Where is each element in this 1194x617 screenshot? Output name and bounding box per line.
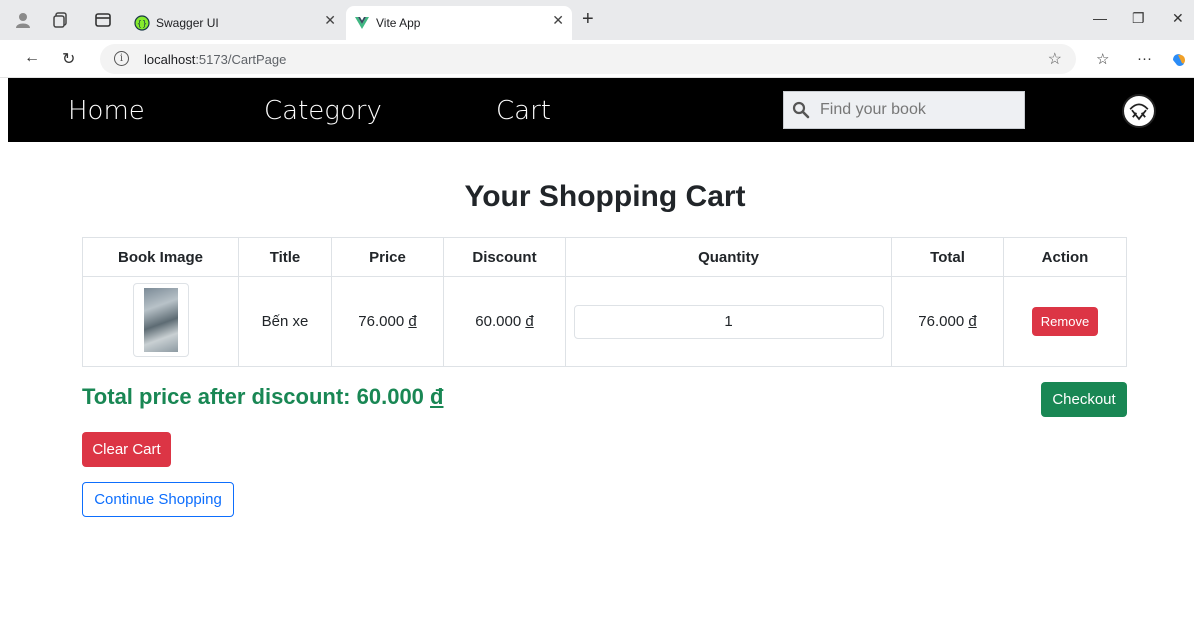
column-header: Discount xyxy=(443,237,566,277)
copilot-icon[interactable] xyxy=(1170,51,1188,69)
swagger-icon: {} xyxy=(134,15,150,31)
column-header: Quantity xyxy=(565,237,892,277)
vue-icon xyxy=(355,17,369,29)
avatar[interactable] xyxy=(1122,94,1156,128)
column-header: Price xyxy=(331,237,444,277)
close-tab-icon[interactable]: ✕ xyxy=(552,12,564,29)
clear-cart-button[interactable]: Clear Cart xyxy=(82,432,171,467)
nav-home[interactable]: Home xyxy=(68,96,145,126)
browser-tab-bar: {} Swagger UI ✕ Vite App ✕ + — ❐ ✕ xyxy=(0,0,1194,40)
search-icon xyxy=(792,101,810,119)
book-title: Bến xe xyxy=(238,276,332,367)
profile-icon[interactable] xyxy=(14,11,32,29)
search-input[interactable] xyxy=(820,92,1020,128)
favorites-icon[interactable]: ☆ xyxy=(1096,50,1109,68)
new-tab-icon[interactable]: + xyxy=(582,8,594,31)
table-row: Bến xe 76.000 đ 60.000 đ 76.000 đ Remove xyxy=(82,276,1127,367)
close-tab-icon[interactable]: ✕ xyxy=(324,12,336,29)
action-cell: Remove xyxy=(1003,276,1127,367)
column-header: Total xyxy=(891,237,1004,277)
address-bar-row: ← ↻ i localhost:5173/CartPage ☆ ☆ ··· xyxy=(0,40,1194,78)
nav-category[interactable]: Category xyxy=(264,96,382,126)
site-info-icon[interactable]: i xyxy=(114,51,129,66)
restore-icon[interactable]: ❐ xyxy=(1132,10,1145,27)
close-window-icon[interactable]: ✕ xyxy=(1172,10,1184,27)
column-header: Action xyxy=(1003,237,1127,277)
discount-cell: 60.000 đ xyxy=(443,276,566,367)
column-header: Book Image xyxy=(82,237,239,277)
tab-title: Vite App xyxy=(376,16,421,30)
address-bar[interactable]: i localhost:5173/CartPage ☆ xyxy=(100,44,1076,74)
workspaces-icon[interactable] xyxy=(52,11,70,29)
tab-swagger-ui[interactable]: {} Swagger UI ✕ xyxy=(126,6,344,40)
more-icon[interactable]: ··· xyxy=(1137,50,1152,67)
total-cell: 76.000 đ xyxy=(891,276,1004,367)
price-cell: 76.000 đ xyxy=(331,276,444,367)
column-header: Title xyxy=(238,237,332,277)
tab-vite-app[interactable]: Vite App ✕ xyxy=(346,6,572,40)
quantity-input[interactable] xyxy=(573,304,884,339)
continue-shopping-button[interactable]: Continue Shopping xyxy=(82,482,234,517)
url-text[interactable]: localhost:5173/CartPage xyxy=(144,52,286,67)
minimize-icon[interactable]: — xyxy=(1093,10,1107,26)
svg-text:{}: {} xyxy=(137,19,147,28)
tab-title: Swagger UI xyxy=(156,16,219,30)
table-header-row: Book Image Title Price Discount Quantity… xyxy=(82,237,1127,277)
book-image-cell xyxy=(82,276,239,367)
page-title: Your Shopping Cart xyxy=(464,180,746,213)
nav-cart[interactable]: Cart xyxy=(496,96,551,126)
tab-actions-icon[interactable] xyxy=(94,11,112,29)
back-icon[interactable]: ← xyxy=(24,49,40,67)
favorite-star-icon[interactable]: ☆ xyxy=(1048,49,1062,69)
checkout-button[interactable]: Checkout xyxy=(1041,382,1127,417)
quantity-cell xyxy=(565,276,892,367)
refresh-icon[interactable]: ↻ xyxy=(62,49,75,69)
book-image[interactable] xyxy=(132,282,189,357)
total-after-discount: Total price after discount: 60.000 đ xyxy=(82,384,444,409)
remove-button[interactable]: Remove xyxy=(1031,307,1099,336)
search-box xyxy=(783,91,1025,129)
cart-table: Book Image Title Price Discount Quantity… xyxy=(82,237,1127,367)
site-navbar: Home Category Cart xyxy=(8,78,1194,142)
